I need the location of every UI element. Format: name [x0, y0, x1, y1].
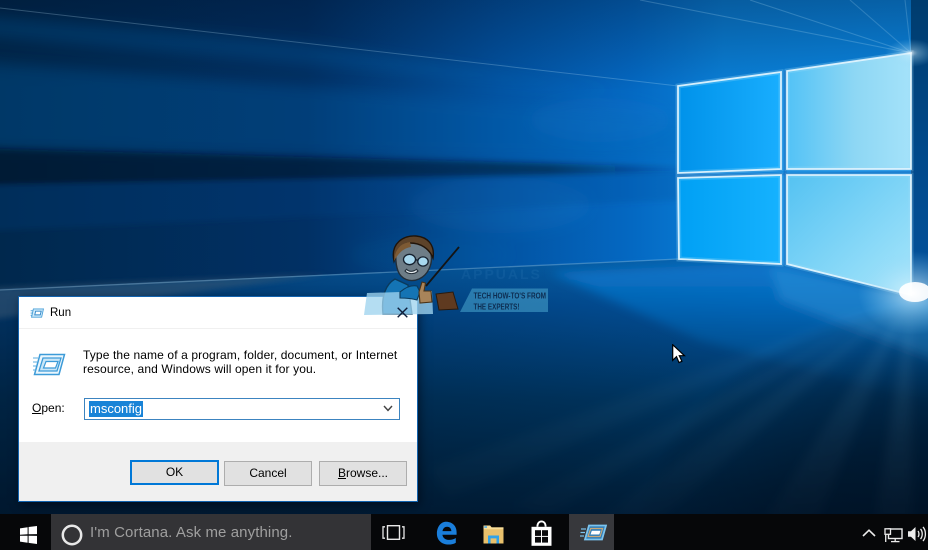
svg-text:TECH HOW-TO'S FROM: TECH HOW-TO'S FROM	[474, 292, 547, 301]
svg-text:APPUALS: APPUALS	[461, 266, 542, 282]
svg-text:THE EXPERTS!: THE EXPERTS!	[474, 303, 520, 312]
